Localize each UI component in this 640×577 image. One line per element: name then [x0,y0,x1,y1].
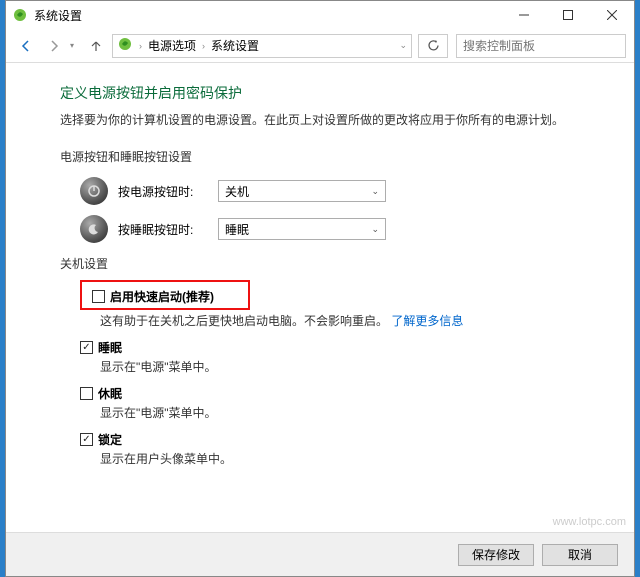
checkbox-label: 睡眠 [98,339,122,356]
sleep-desc: 显示在"电源"菜单中。 [100,358,634,375]
checkbox-label: 锁定 [98,431,122,448]
chevron-down-icon: ⌄ [371,224,379,235]
minimize-button[interactable] [502,1,546,29]
footer: 保存修改 取消 [6,532,634,576]
power-options-icon [117,36,133,55]
section-header-buttons: 电源按钮和睡眠按钮设置 [60,148,634,165]
checkbox-icon [80,433,93,446]
lock-checkbox[interactable]: 锁定 [80,431,634,448]
watermark: www.lotpc.com [553,516,626,528]
back-button[interactable] [14,34,38,58]
sleep-button-label: 按睡眠按钮时: [118,221,208,238]
checkbox-label: 休眠 [98,385,122,402]
section-header-shutdown: 关机设置 [60,255,634,272]
checkbox-label: 启用快速启动(推荐) [110,288,214,305]
titlebar: 系统设置 [6,1,634,29]
save-button[interactable]: 保存修改 [458,544,534,566]
learn-more-link[interactable]: 了解更多信息 [391,314,463,328]
hibernate-desc: 显示在"电源"菜单中。 [100,404,634,421]
checkbox-icon [92,290,105,303]
content: 定义电源按钮并启用密码保护 选择要为你的计算机设置的电源设置。在此页上对设置所做… [6,63,634,467]
lock-desc: 显示在用户头像菜单中。 [100,450,634,467]
window: 系统设置 ▾ › 电源选项 › 系统设置 ⌄ 定义电源按钮并启用密码保护 选择要… [5,0,635,577]
sleep-button-row: 按睡眠按钮时: 睡眠 ⌄ [80,215,634,243]
chevron-right-icon: › [202,41,205,51]
maximize-button[interactable] [546,1,590,29]
breadcrumb-item[interactable]: 电源选项 [148,37,196,54]
checkbox-icon [80,387,93,400]
breadcrumb-item[interactable]: 系统设置 [211,37,259,54]
checkbox-icon [80,341,93,354]
fast-startup-checkbox[interactable]: 启用快速启动(推荐) [92,288,238,305]
chevron-down-icon: ⌄ [371,186,379,197]
search-input[interactable] [456,34,626,58]
select-value: 睡眠 [225,221,249,238]
forward-button[interactable] [42,34,66,58]
chevron-down-icon[interactable]: ⌄ [399,40,407,51]
page-heading: 定义电源按钮并启用密码保护 [60,83,634,103]
hibernate-checkbox[interactable]: 休眠 [80,385,634,402]
navbar: ▾ › 电源选项 › 系统设置 ⌄ [6,29,634,63]
power-icon [80,177,108,205]
address-bar[interactable]: › 电源选项 › 系统设置 ⌄ [112,34,412,58]
refresh-button[interactable] [418,34,448,58]
sleep-checkbox[interactable]: 睡眠 [80,339,634,356]
close-button[interactable] [590,1,634,29]
power-button-label: 按电源按钮时: [118,183,208,200]
power-button-row: 按电源按钮时: 关机 ⌄ [80,177,634,205]
page-subheading: 选择要为你的计算机设置的电源设置。在此页上对设置所做的更改将应用于你所有的电源计… [60,111,634,128]
sleep-icon [80,215,108,243]
cancel-button[interactable]: 取消 [542,544,618,566]
chevron-right-icon: › [139,41,142,51]
nav-history-dropdown[interactable]: ▾ [70,41,80,50]
fast-startup-desc: 这有助于在关机之后更快地启动电脑。不会影响重启。 了解更多信息 [100,312,634,329]
highlight-box: 启用快速启动(推荐) [80,280,250,310]
window-title: 系统设置 [34,7,502,24]
up-button[interactable] [84,34,108,58]
sleep-button-select[interactable]: 睡眠 ⌄ [218,218,386,240]
power-options-icon [12,7,28,23]
select-value: 关机 [225,183,249,200]
power-button-select[interactable]: 关机 ⌄ [218,180,386,202]
